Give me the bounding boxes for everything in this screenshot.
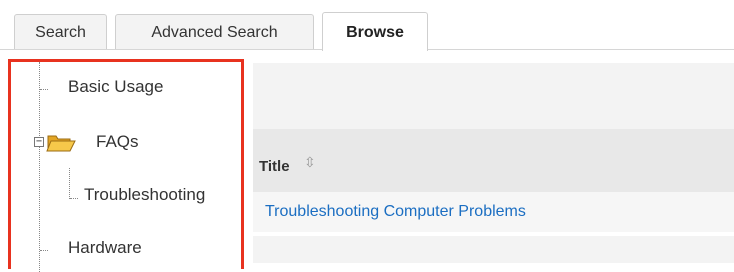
folder-open-icon (46, 135, 76, 152)
category-tree: Basic Usage − FAQs Troubleshooting Hardw… (8, 59, 244, 272)
tree-item-faqs[interactable]: FAQs (96, 132, 139, 152)
results-toolbar (253, 63, 734, 129)
tab-search[interactable]: Search (14, 14, 107, 49)
tree-item-basic-usage[interactable]: Basic Usage (68, 77, 163, 97)
sort-icon[interactable]: ⇳ (304, 154, 316, 171)
tree-item-hardware[interactable]: Hardware (68, 238, 142, 258)
table-row (253, 236, 734, 263)
tab-bar: Search Advanced Search Browse (0, 0, 734, 51)
tree-guide-line (69, 168, 70, 199)
article-link[interactable]: Troubleshooting Computer Problems (265, 203, 526, 221)
tree-connector (40, 250, 48, 251)
tree-item-troubleshooting[interactable]: Troubleshooting (84, 185, 205, 205)
tab-browse[interactable]: Browse (322, 12, 428, 51)
collapse-toggle-icon[interactable]: − (34, 137, 44, 147)
tab-advanced-search[interactable]: Advanced Search (115, 14, 314, 49)
tree-connector (40, 89, 48, 90)
table-row: Troubleshooting Computer Problems (253, 192, 734, 232)
table-header: Title ⇳ (253, 129, 734, 192)
tree-guide-line (39, 62, 40, 272)
results-panel: Title ⇳ Troubleshooting Computer Problem… (245, 63, 734, 263)
column-header-title[interactable]: Title (259, 158, 290, 175)
tree-connector (70, 198, 78, 199)
